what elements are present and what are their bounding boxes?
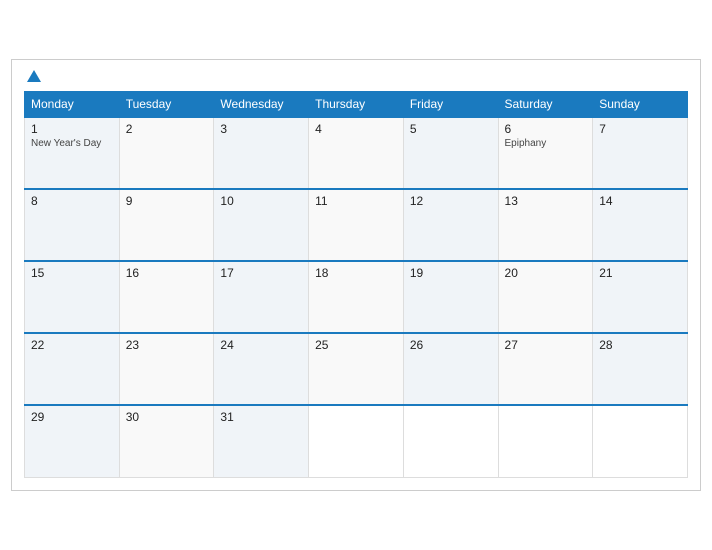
day-header-wednesday: Wednesday [214, 92, 309, 118]
calendar-cell: 12 [403, 189, 498, 261]
calendar-cell: 13 [498, 189, 593, 261]
day-header-saturday: Saturday [498, 92, 593, 118]
calendar-cell: 26 [403, 333, 498, 405]
day-number: 10 [220, 194, 302, 208]
calendar-cell: 18 [309, 261, 404, 333]
day-number: 21 [599, 266, 681, 280]
day-number: 18 [315, 266, 397, 280]
calendar-grid: MondayTuesdayWednesdayThursdayFridaySatu… [24, 91, 688, 478]
day-number: 9 [126, 194, 208, 208]
day-number: 13 [505, 194, 587, 208]
day-number: 27 [505, 338, 587, 352]
calendar-cell: 15 [25, 261, 120, 333]
logo-blue-text [24, 70, 41, 83]
day-number: 14 [599, 194, 681, 208]
calendar-cell: 16 [119, 261, 214, 333]
day-event: Epiphany [505, 138, 587, 149]
calendar-cell: 2 [119, 117, 214, 189]
calendar-cell: 11 [309, 189, 404, 261]
calendar-cell: 22 [25, 333, 120, 405]
day-number: 2 [126, 122, 208, 136]
calendar-cell: 9 [119, 189, 214, 261]
calendar-cell: 7 [593, 117, 688, 189]
calendar-week-5: 29 30 31 [25, 405, 688, 477]
day-number: 7 [599, 122, 681, 136]
day-number: 22 [31, 338, 113, 352]
calendar-cell: 31 [214, 405, 309, 477]
calendar-cell: 6 Epiphany [498, 117, 593, 189]
day-number: 30 [126, 410, 208, 424]
calendar-cell: 17 [214, 261, 309, 333]
calendar-cell: 28 [593, 333, 688, 405]
calendar-cell: 1 New Year's Day [25, 117, 120, 189]
calendar-week-3: 15 16 17 18 19 20 21 [25, 261, 688, 333]
calendar-cell: 10 [214, 189, 309, 261]
calendar-wrapper: MondayTuesdayWednesdayThursdayFridaySatu… [11, 59, 701, 491]
day-number: 16 [126, 266, 208, 280]
calendar-cell: 19 [403, 261, 498, 333]
day-number: 25 [315, 338, 397, 352]
day-number: 19 [410, 266, 492, 280]
logo [24, 70, 41, 83]
day-header-sunday: Sunday [593, 92, 688, 118]
calendar-cell [498, 405, 593, 477]
calendar-body: 1New Year's Day23456Epiphany789101112131… [25, 117, 688, 477]
day-header-tuesday: Tuesday [119, 92, 214, 118]
calendar-cell: 5 [403, 117, 498, 189]
day-number: 11 [315, 194, 397, 208]
day-number: 31 [220, 410, 302, 424]
calendar-cell: 14 [593, 189, 688, 261]
calendar-cell: 3 [214, 117, 309, 189]
day-header-friday: Friday [403, 92, 498, 118]
calendar-cell [403, 405, 498, 477]
day-header-monday: Monday [25, 92, 120, 118]
day-number: 4 [315, 122, 397, 136]
day-number: 8 [31, 194, 113, 208]
day-number: 28 [599, 338, 681, 352]
calendar-cell: 20 [498, 261, 593, 333]
calendar-cell: 23 [119, 333, 214, 405]
calendar-cell: 29 [25, 405, 120, 477]
day-number: 1 [31, 122, 113, 136]
calendar-cell: 21 [593, 261, 688, 333]
calendar-week-2: 89 10 11 12 13 14 [25, 189, 688, 261]
day-number: 15 [31, 266, 113, 280]
day-number: 6 [505, 122, 587, 136]
day-number: 5 [410, 122, 492, 136]
calendar-cell [309, 405, 404, 477]
calendar-header [24, 70, 688, 83]
calendar-cell [593, 405, 688, 477]
logo-triangle-icon [27, 70, 41, 82]
calendar-week-4: 22 23 24 25 26 27 28 [25, 333, 688, 405]
day-number: 20 [505, 266, 587, 280]
day-event: New Year's Day [31, 138, 113, 149]
calendar-header-row: MondayTuesdayWednesdayThursdayFridaySatu… [25, 92, 688, 118]
day-number: 29 [31, 410, 113, 424]
calendar-cell: 27 [498, 333, 593, 405]
calendar-cell: 4 [309, 117, 404, 189]
calendar-cell: 24 [214, 333, 309, 405]
calendar-week-1: 1 New Year's Day 23456 Epiphany 7 [25, 117, 688, 189]
day-header-thursday: Thursday [309, 92, 404, 118]
calendar-cell: 8 [25, 189, 120, 261]
day-number: 23 [126, 338, 208, 352]
day-number: 24 [220, 338, 302, 352]
day-number: 17 [220, 266, 302, 280]
day-number: 3 [220, 122, 302, 136]
calendar-cell: 25 [309, 333, 404, 405]
day-number: 26 [410, 338, 492, 352]
calendar-cell: 30 [119, 405, 214, 477]
day-number: 12 [410, 194, 492, 208]
